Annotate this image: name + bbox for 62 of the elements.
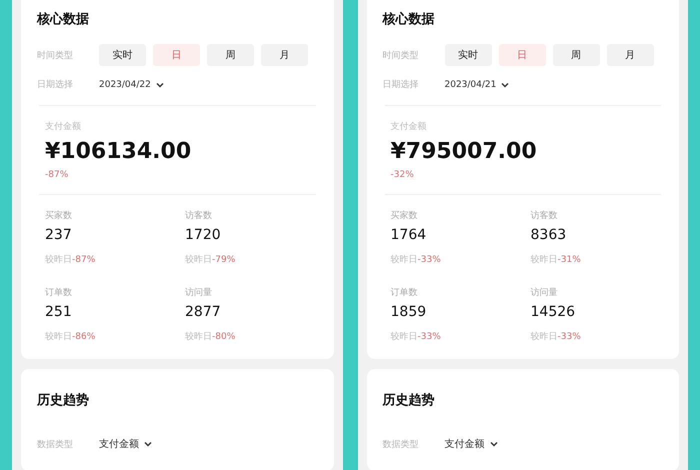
metric-label: 访问量 [185,286,213,299]
data-type-dropdown[interactable]: 支付金额 [99,437,152,451]
amount-value: ¥106134.00 [45,139,192,164]
card-title: 历史趋势 [382,392,436,409]
change-value: -33% [418,255,441,265]
time-tab[interactable]: 月 [606,44,654,66]
caret-icon [156,82,164,88]
time-tab[interactable]: 实时 [444,44,492,66]
metric-value: 1764 [390,227,428,243]
change-value: -80% [212,332,236,342]
field-label: 时间类型 [37,50,74,62]
change-value: -32% [390,170,415,180]
change-value: -87% [45,170,70,180]
amount-value: ¥795007.00 [390,139,538,164]
compare-label: 较昨日 [45,332,72,342]
change-value: -31% [558,255,581,265]
metric-value: 251 [45,304,73,320]
compare-label: 较昨日 [530,332,558,342]
metric-value: 8363 [530,227,568,243]
field-label: 日期选择 [37,78,74,91]
metric-label: 访客数 [185,210,213,222]
metric-label: 订单数 [390,286,418,299]
caret-icon [144,441,152,447]
metric-label: 买家数 [390,210,418,222]
metric-value: 1859 [390,304,428,320]
time-tab[interactable]: 月 [261,44,308,66]
metric-value: 1720 [185,227,222,243]
field-label: 时间类型 [382,50,420,62]
change-value: -79% [212,255,236,265]
time-tab[interactable]: 周 [207,44,254,66]
change-value: -87% [72,255,96,265]
metric-label: 支付金额 [390,120,428,133]
date-dropdown[interactable]: 2023/04/22 [99,80,164,90]
metric-value: 237 [45,227,73,243]
compare-label: 较昨日 [185,255,212,265]
date-dropdown[interactable]: 2023/04/21 [444,80,510,90]
change-value: -33% [418,332,441,342]
caret-icon [501,82,510,88]
metric-label: 支付金额 [45,120,82,133]
change-value: -33% [558,332,581,342]
metric-value: 14526 [530,304,576,320]
metric-value: 2877 [185,304,222,320]
time-tab[interactable]: 实时 [99,44,146,66]
compare-label: 较昨日 [45,255,72,265]
field-label: 数据类型 [37,438,74,450]
field-label: 日期选择 [382,78,420,91]
field-label: 数据类型 [382,438,420,450]
time-tab[interactable]: 周 [552,44,600,66]
compare-label: 较昨日 [390,332,418,342]
card-title: 核心数据 [382,10,436,28]
compare-label: 较昨日 [390,255,418,265]
card-title: 历史趋势 [37,392,90,409]
compare-label: 较昨日 [185,332,212,342]
metric-label: 访问量 [530,286,558,299]
change-value: -86% [72,332,96,342]
metric-label: 买家数 [45,210,73,222]
data-type-dropdown[interactable]: 支付金额 [444,437,498,451]
compare-label: 较昨日 [530,255,558,265]
caret-icon [490,441,498,447]
metric-label: 订单数 [45,286,73,299]
metric-label: 访客数 [530,210,558,222]
card-title: 核心数据 [37,10,90,28]
